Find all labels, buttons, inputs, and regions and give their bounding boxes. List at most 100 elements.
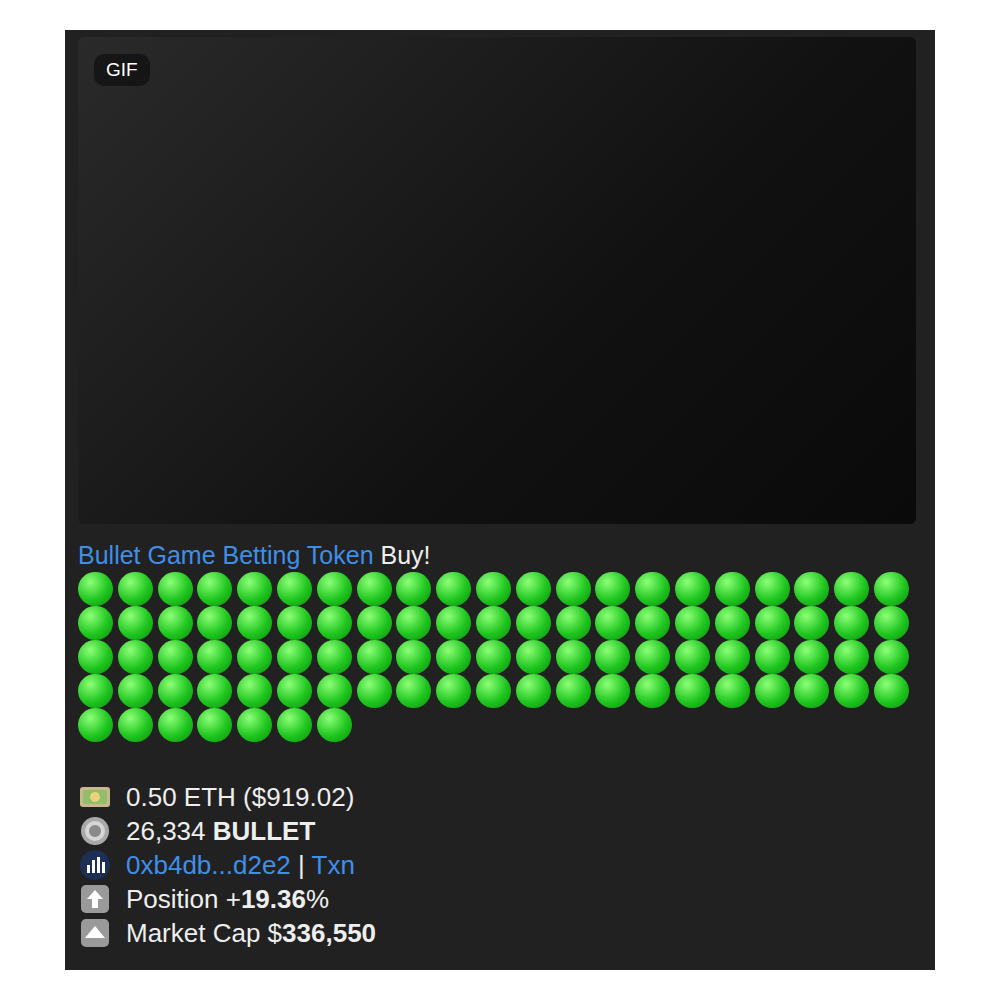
buy-dot (595, 572, 630, 606)
buy-dot (197, 674, 232, 708)
buy-dot (197, 606, 232, 640)
buy-dot (237, 674, 272, 708)
stat-text: 26,334 BULLET (126, 815, 315, 847)
stat-row: 0.50 ETH ($919.02) (78, 780, 916, 814)
buy-dot (516, 606, 551, 640)
buy-dot (476, 606, 511, 640)
buy-dot (277, 606, 312, 640)
stat-segment: 19.36 (241, 884, 306, 914)
stat-segment: % (306, 884, 329, 914)
buy-dot (78, 674, 113, 708)
buy-dot (516, 572, 551, 606)
buy-dot (834, 640, 869, 674)
buy-dot (78, 640, 113, 674)
buy-dot (237, 572, 272, 606)
stat-text: 0xb4db...d2e2 | Txn (126, 849, 355, 881)
action-label: Buy! (374, 541, 431, 569)
buy-dot (834, 606, 869, 640)
buy-dot (317, 572, 352, 606)
buy-dot (396, 572, 431, 606)
buy-dot (436, 606, 471, 640)
buy-dot (197, 640, 232, 674)
buy-dot (317, 606, 352, 640)
buy-dot (277, 708, 312, 742)
buy-dot (794, 674, 829, 708)
buy-dot (277, 674, 312, 708)
buy-dot (118, 606, 153, 640)
buy-dot (516, 674, 551, 708)
buy-dot (755, 674, 790, 708)
buy-dot (476, 572, 511, 606)
buy-dot (237, 640, 272, 674)
stat-link[interactable]: 0xb4db...d2e2 (126, 850, 291, 880)
buy-dot (436, 640, 471, 674)
buy-dot (158, 674, 193, 708)
buy-dot (317, 640, 352, 674)
stat-row: 0xb4db...d2e2 | Txn (78, 848, 916, 882)
buy-dot (277, 572, 312, 606)
stat-segment: BULLET (213, 816, 316, 846)
buy-dot (118, 708, 153, 742)
buy-dot (556, 572, 591, 606)
buy-dot (396, 606, 431, 640)
buy-dots (78, 572, 918, 742)
buy-dot (556, 674, 591, 708)
coin-icon (79, 815, 111, 847)
stat-link[interactable]: Txn (312, 850, 355, 880)
buy-dot (715, 674, 750, 708)
stat-row: Market Cap $336,550 (78, 916, 916, 950)
buy-dot (675, 674, 710, 708)
buy-dot (158, 606, 193, 640)
buy-dot (635, 606, 670, 640)
buy-dot (237, 708, 272, 742)
buy-dot (118, 674, 153, 708)
buy-dot (436, 572, 471, 606)
buy-dot (158, 640, 193, 674)
money-icon (79, 784, 111, 810)
buy-dot (675, 606, 710, 640)
buy-dot (78, 572, 113, 606)
stat-row: Position +19.36% (78, 882, 916, 916)
buy-dot (436, 674, 471, 708)
buy-dot (317, 708, 352, 742)
buy-dot (794, 606, 829, 640)
buy-dot (357, 572, 392, 606)
buy-dot (675, 572, 710, 606)
buy-dot (158, 708, 193, 742)
buy-dot (357, 674, 392, 708)
buy-dot (118, 572, 153, 606)
buy-dot (118, 640, 153, 674)
up-arrow-icon (79, 883, 111, 915)
buy-dot (874, 640, 909, 674)
stat-row: 26,334 BULLET (78, 814, 916, 848)
buy-dot (476, 640, 511, 674)
buy-dot (556, 640, 591, 674)
buy-dot (755, 606, 790, 640)
stats-list: 0.50 ETH ($919.02)26,334 BULLET0xb4db...… (78, 780, 916, 950)
buy-dot (715, 640, 750, 674)
buy-dot (595, 606, 630, 640)
buy-dot (834, 572, 869, 606)
stat-segment: Position + (126, 884, 241, 914)
buy-dot (357, 640, 392, 674)
gif-badge: GIF (94, 54, 150, 86)
buy-dot (595, 674, 630, 708)
buy-dot (595, 640, 630, 674)
buy-dot (78, 708, 113, 742)
buy-dot (396, 674, 431, 708)
gif-media[interactable]: GIF (78, 37, 916, 524)
buy-dot (237, 606, 272, 640)
buy-dot (277, 640, 312, 674)
token-link[interactable]: Bullet Game Betting Token (78, 541, 374, 569)
buy-dot (556, 606, 591, 640)
stat-segment: 336,550 (282, 918, 376, 948)
buy-dot (635, 640, 670, 674)
buy-dot (197, 572, 232, 606)
buy-dot (357, 606, 392, 640)
buy-dot (794, 572, 829, 606)
buy-dot (874, 572, 909, 606)
stat-text: Market Cap $336,550 (126, 917, 376, 949)
buy-dot (476, 674, 511, 708)
buy-dot (794, 640, 829, 674)
title-line: Bullet Game Betting Token Buy! (78, 540, 916, 570)
